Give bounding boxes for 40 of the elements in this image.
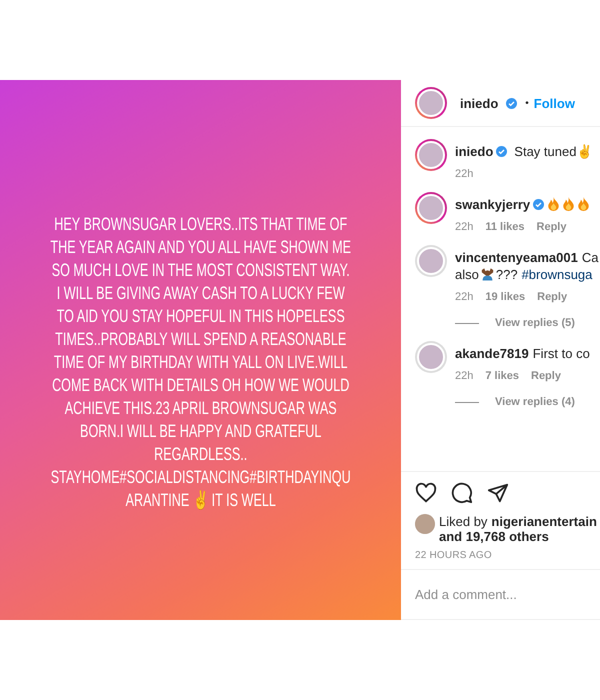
like-count[interactable]: 11 likes [485, 221, 525, 233]
comment-text: First to co [532, 346, 590, 361]
comment-username[interactable]: iniedo [455, 144, 494, 159]
separator-dot: • [525, 98, 529, 108]
post-text: HEY BROWNSUGAR LOVERS..ITS THAT TIME OF THE YEAR AGAIN AND YOU ALL HAVE SHOWN ME SO MUCH LOVE IN THE MOST CONSISTENT WAY. I WILL BE GIVING AWAY CASH TO A LUCKY FEW TO AID YOU STAY HOPEFUL IN THIS HOPELESS TIMES..PROBABLY WILL SPEND A REASONABLE TIME OF MY BIRTHDAY WITH YALL ON LIVE.WILL COME BACK WITH DETAILS OH HOW WE WOULD ACHIEVE THIS.23 APRIL BROWNSUGAR WAS BORN.I WILL BE HAPPY AND GRATEFUL REGARDLESS.. STAYHOME#SOCIALDISTANCING#BIRTHDAYINQU ARANTINE ✌ IT IS WELL [50, 212, 351, 512]
like-count[interactable]: 7 likes [485, 370, 519, 382]
fire-icon [547, 197, 560, 211]
comment-text: Ca [582, 250, 598, 265]
view-replies-link[interactable]: View replies (5) [495, 317, 575, 329]
liked-by-text: Liked by [439, 514, 488, 529]
fire-icon [577, 197, 590, 211]
post-timestamp: 22 HOURS AGO [415, 550, 493, 561]
comment-time: 22h [455, 370, 474, 382]
avatar[interactable] [415, 87, 447, 119]
avatar[interactable] [415, 139, 447, 171]
comment-username[interactable]: akande7819 [455, 346, 529, 361]
person-icon [480, 267, 494, 281]
comment-text: Stay tuned✌ [514, 144, 592, 159]
comment-text: also [455, 267, 479, 282]
reply-link[interactable]: Reply [531, 370, 561, 382]
view-replies-link[interactable]: View replies (4) [495, 396, 575, 408]
reply-link[interactable]: Reply [536, 221, 566, 233]
username[interactable]: iniedo [460, 96, 498, 110]
follow-link[interactable]: Follow [534, 96, 575, 110]
hashtag-link[interactable]: #brownsuga [522, 267, 592, 282]
likes-count[interactable]: and 19,768 others [439, 529, 597, 544]
comment-username[interactable]: vincentenyeama001 [455, 250, 578, 265]
avatar[interactable] [415, 192, 447, 224]
comment-text: ??? [496, 267, 518, 282]
comment-time: 22h [455, 221, 474, 233]
liker-username[interactable]: nigerianentertain [491, 514, 597, 529]
fire-icon [562, 197, 576, 211]
comment-username[interactable]: swankyjerry [455, 197, 530, 212]
reply-link[interactable]: Reply [537, 291, 568, 303]
share-icon[interactable] [487, 482, 509, 504]
heart-icon[interactable] [415, 482, 437, 504]
comment-icon[interactable] [451, 482, 473, 504]
comment-time: 22h [455, 168, 474, 180]
comment-time: 22h [455, 291, 474, 303]
like-count[interactable]: 19 likes [485, 291, 526, 303]
